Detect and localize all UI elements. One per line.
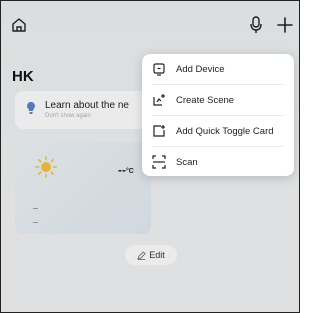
menu-item-label: Create Scene xyxy=(176,94,235,106)
scan-icon xyxy=(152,155,166,169)
menu-item-label: Add Device xyxy=(176,63,225,75)
add-menu: Add Device Create Scene Add Quick Toggle… xyxy=(142,54,294,176)
scene-icon xyxy=(153,94,165,106)
menu-item-scan[interactable]: Scan xyxy=(142,147,294,177)
app-screen: HK Learn about the ne Don't show again -… xyxy=(0,0,300,313)
device-icon xyxy=(153,63,165,76)
menu-item-add-quick-toggle-card[interactable]: Add Quick Toggle Card xyxy=(142,116,294,146)
menu-item-label: Add Quick Toggle Card xyxy=(176,125,274,137)
menu-item-label: Scan xyxy=(176,156,198,168)
menu-item-add-device[interactable]: Add Device xyxy=(142,54,294,84)
menu-item-create-scene[interactable]: Create Scene xyxy=(142,85,294,115)
toggle-card-icon xyxy=(153,125,165,137)
